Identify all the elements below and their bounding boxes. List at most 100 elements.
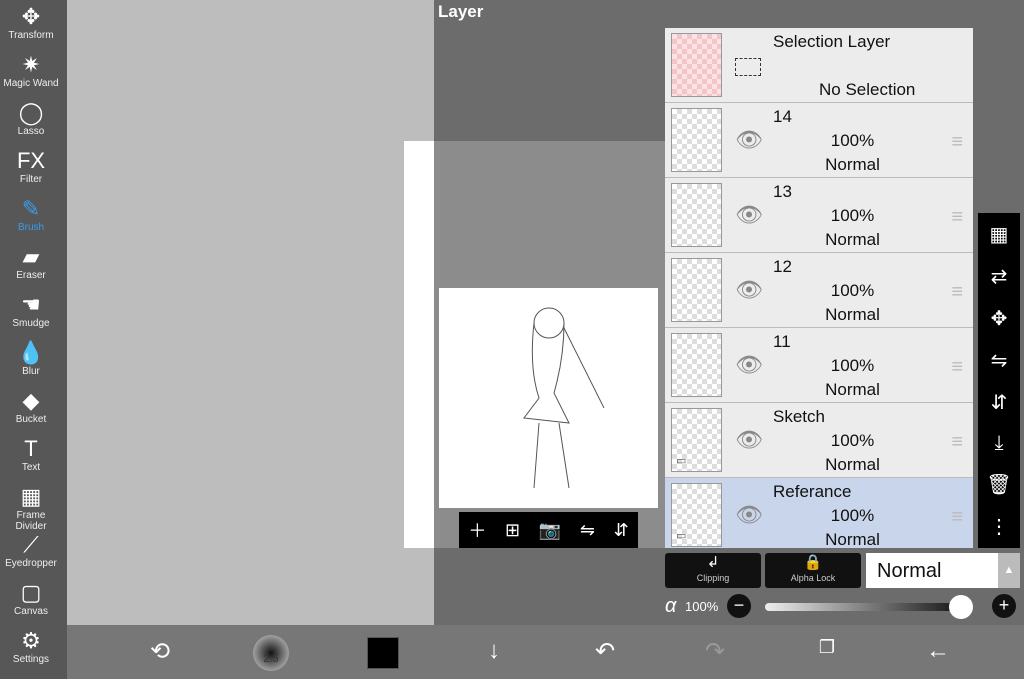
eyedropper-icon: ⟋ (23, 532, 39, 557)
flip-horizontal-icon[interactable]: ⇋ (991, 348, 1008, 373)
redo-icon[interactable]: ↷ (695, 637, 735, 666)
drag-handle-icon[interactable]: ≡ (951, 431, 963, 454)
layer-row[interactable]: 👁 11 100% Normal ≡ (665, 328, 973, 403)
layer-row[interactable]: 👁 12 100% Normal ≡ (665, 253, 973, 328)
layer-actions-toolbar: ▦ ⇄ ✥ ⇋ ⇵ ⤓ 🗑 ⋮ (978, 213, 1020, 548)
eraser-icon: ▰ (22, 244, 40, 269)
tool-canvas[interactable]: ▢ Canvas (0, 580, 62, 617)
layer-row[interactable]: 👁 13 100% Normal ≡ (665, 178, 973, 253)
tool-blur[interactable]: 💧 Blur (0, 340, 62, 377)
trash-icon[interactable]: 🗑 (986, 472, 1011, 497)
plus-button[interactable]: + (992, 594, 1016, 618)
layer-thumbnail (671, 333, 722, 397)
drag-handle-icon[interactable]: ≡ (951, 356, 963, 379)
flip-horizontal-icon[interactable]: ⇋ (580, 520, 595, 541)
tool-label: Eraser (16, 270, 46, 281)
tool-label: Frame Divider (15, 510, 47, 532)
more-icon[interactable]: ⋮ (989, 514, 1009, 539)
drag-handle-icon[interactable]: ≡ (951, 206, 963, 229)
merge-down-icon[interactable]: ⤓ (995, 432, 1004, 455)
layer-opacity: 100% (830, 356, 875, 375)
layer-name: Selection Layer (773, 32, 891, 51)
slider-knob[interactable] (949, 595, 973, 619)
chevron-up-icon: ▲ (998, 553, 1020, 588)
tool-sidebar: ✥ Transform ✷ Magic Wand ◯ Lasso FX Filter ✎ Brus… (0, 0, 67, 679)
layer-thumbnail (671, 258, 722, 322)
alpha-lock-button[interactable]: 🔒 Alpha Lock (765, 553, 861, 588)
alpha-symbol: α (665, 595, 677, 617)
flip-vertical-icon[interactable]: ⇵ (991, 390, 1008, 415)
eye-icon[interactable]: 👁 (735, 502, 763, 528)
tool-lasso[interactable]: ◯ Lasso (0, 100, 62, 137)
drag-handle-icon[interactable]: ≡ (951, 131, 963, 154)
layer-blend-mode: Normal (825, 305, 880, 324)
layer-preview (439, 288, 658, 508)
layer-name: 12 (773, 257, 792, 276)
flip-vertical-icon[interactable]: ⇵ (614, 520, 629, 541)
transform-icon: ✥ (21, 4, 41, 29)
panel-title: Layer (438, 2, 484, 21)
tool-label: Settings (12, 654, 50, 665)
transfer-icon[interactable]: ⇄ (991, 264, 1008, 289)
down-arrow-icon[interactable]: ↓ (474, 637, 514, 665)
layers-icon[interactable]: ❐ (807, 637, 847, 658)
layer-row[interactable]: ▭ 👁 Referance 100% Normal ≡ (665, 478, 973, 548)
tool-label: Canvas (14, 606, 48, 617)
drag-handle-icon[interactable]: ≡ (951, 506, 963, 529)
layer-row[interactable]: 👁 14 100% Normal ≡ (665, 103, 973, 178)
canvas-paper[interactable] (404, 141, 434, 548)
tool-label: Blur (22, 366, 40, 377)
brush-icon: ✎ (21, 196, 41, 221)
lasso-icon: ◯ (18, 100, 44, 125)
eye-icon[interactable]: 👁 (735, 277, 763, 303)
add-layer-copy-icon[interactable]: ⊞ (505, 520, 520, 541)
tool-label: Eyedropper (5, 558, 57, 569)
move-icon[interactable]: ✥ (991, 306, 1008, 331)
drag-handle-icon[interactable]: ≡ (951, 281, 963, 304)
tool-bucket[interactable]: ◆ Bucket (0, 388, 62, 425)
checkerboard-icon[interactable]: ▦ (990, 222, 1009, 247)
back-arrow-icon[interactable]: ← (918, 637, 958, 665)
color-swatch[interactable] (367, 637, 399, 669)
tool-magic-wand[interactable]: ✷ Magic Wand (0, 52, 62, 89)
bucket-icon: ◆ (22, 388, 40, 413)
undo-icon[interactable]: ↶ (585, 637, 625, 666)
layer-name: 13 (773, 182, 792, 201)
camera-icon[interactable]: 📷 (539, 520, 561, 541)
eye-icon[interactable]: 👁 (735, 202, 763, 228)
settings-icon: ⚙ (21, 628, 41, 653)
canvas-area[interactable] (67, 0, 434, 625)
smudge-icon: ☚ (21, 292, 41, 317)
tool-label: Lasso (17, 126, 45, 137)
folder-icon: ▭ (676, 455, 687, 467)
layer-name: Sketch (773, 407, 825, 426)
layer-row[interactable]: ▭ 👁 Sketch 100% Normal ≡ (665, 403, 973, 478)
eye-icon[interactable]: 👁 (735, 352, 763, 378)
tool-text[interactable]: T Text (0, 436, 62, 473)
blend-mode-select[interactable]: Normal ▲ (866, 553, 1020, 588)
clipping-button[interactable]: ↲ Clipping (665, 553, 761, 588)
selection-layer-row[interactable]: Selection Layer No Selection (665, 28, 973, 103)
filter-icon: FX (16, 148, 46, 173)
tool-filter[interactable]: FX Filter (0, 148, 62, 185)
eye-icon[interactable]: 👁 (735, 127, 763, 153)
layer-blend-mode: Normal (825, 155, 880, 174)
tool-transform[interactable]: ✥ Transform (0, 4, 62, 41)
brush-size-button[interactable]: 2.5 (253, 635, 289, 671)
eye-icon[interactable]: 👁 (735, 427, 763, 453)
text-icon: T (24, 436, 38, 461)
opacity-slider[interactable] (765, 595, 973, 619)
layer-opacity: 100% (830, 281, 875, 300)
tool-settings[interactable]: ⚙ Settings (0, 628, 62, 665)
tool-smudge[interactable]: ☚ Smudge (0, 292, 62, 329)
tool-label: Smudge (12, 318, 50, 329)
tool-label: Magic Wand (3, 78, 59, 89)
selection-status: No Selection (819, 80, 916, 99)
tool-frame-divider[interactable]: ▦ Frame Divider (0, 484, 62, 532)
tool-brush[interactable]: ✎ Brush (0, 196, 62, 233)
minus-button[interactable]: − (727, 594, 751, 618)
add-layer-icon[interactable]: ＋ (468, 517, 486, 543)
tool-eyedropper[interactable]: ⟋ Eyedropper (0, 532, 62, 569)
tool-eraser[interactable]: ▰ Eraser (0, 244, 62, 281)
quick-menu-icon[interactable]: ⟲ (140, 637, 180, 666)
